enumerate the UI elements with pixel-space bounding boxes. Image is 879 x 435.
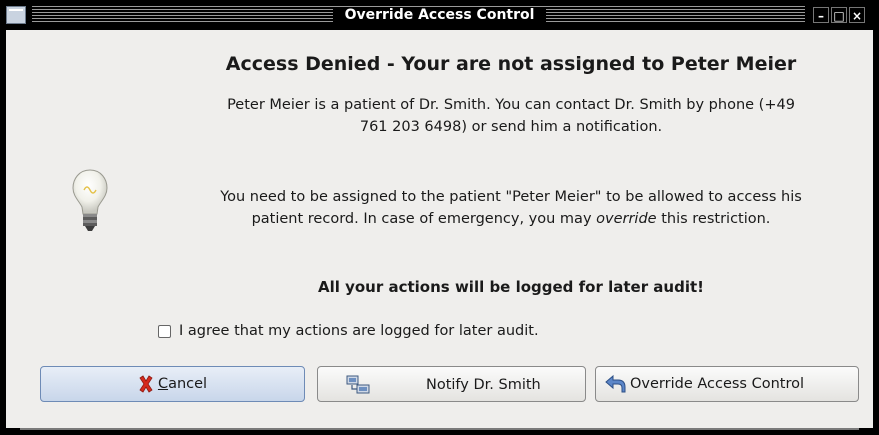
cancel-x-icon <box>139 375 153 393</box>
bottom-border <box>20 428 859 430</box>
assignment-info-text-end: this restriction. <box>656 211 771 227</box>
dialog-heading: Access Denied - Your are not assigned to… <box>225 53 797 75</box>
override-emphasis: override <box>596 211 657 227</box>
cancel-accelerator: C <box>157 376 169 392</box>
maximize-icon[interactable]: □ <box>831 7 847 23</box>
title-bar[interactable]: Override Access Control – □ × <box>0 0 879 30</box>
cancel-label: Cancel <box>158 376 207 392</box>
override-label: Override Access Control <box>630 376 805 392</box>
agree-checkbox-row[interactable]: I agree that my actions are logged for l… <box>158 321 539 341</box>
minimize-icon[interactable]: – <box>813 7 829 23</box>
window-title: Override Access Control <box>332 7 547 23</box>
assignment-info-text: You need to be assigned to the patient "… <box>216 186 806 230</box>
dialog-window: Override Access Control – □ × Access Den… <box>0 0 879 435</box>
lightbulb-icon <box>72 169 108 231</box>
notify-label: Notify Dr. Smith <box>426 377 541 393</box>
agree-checkbox[interactable] <box>158 324 171 338</box>
notify-button[interactable]: Notify Dr. Smith <box>317 366 586 402</box>
override-button[interactable]: Override Access Control <box>595 366 859 402</box>
undo-arrow-icon <box>605 374 626 393</box>
dialog-content: Access Denied - Your are not assigned to… <box>6 30 873 428</box>
agree-label[interactable]: I agree that my actions are logged for l… <box>179 323 539 339</box>
network-computers-icon <box>346 375 370 394</box>
contact-info-text: Peter Meier is a patient of Dr. Smith. Y… <box>227 97 795 135</box>
cancel-label-rest: ancel <box>168 376 208 392</box>
audit-warning: All your actions will be logged for late… <box>317 278 704 296</box>
cancel-button[interactable]: Cancel <box>40 366 305 402</box>
close-icon[interactable]: × <box>849 7 865 23</box>
